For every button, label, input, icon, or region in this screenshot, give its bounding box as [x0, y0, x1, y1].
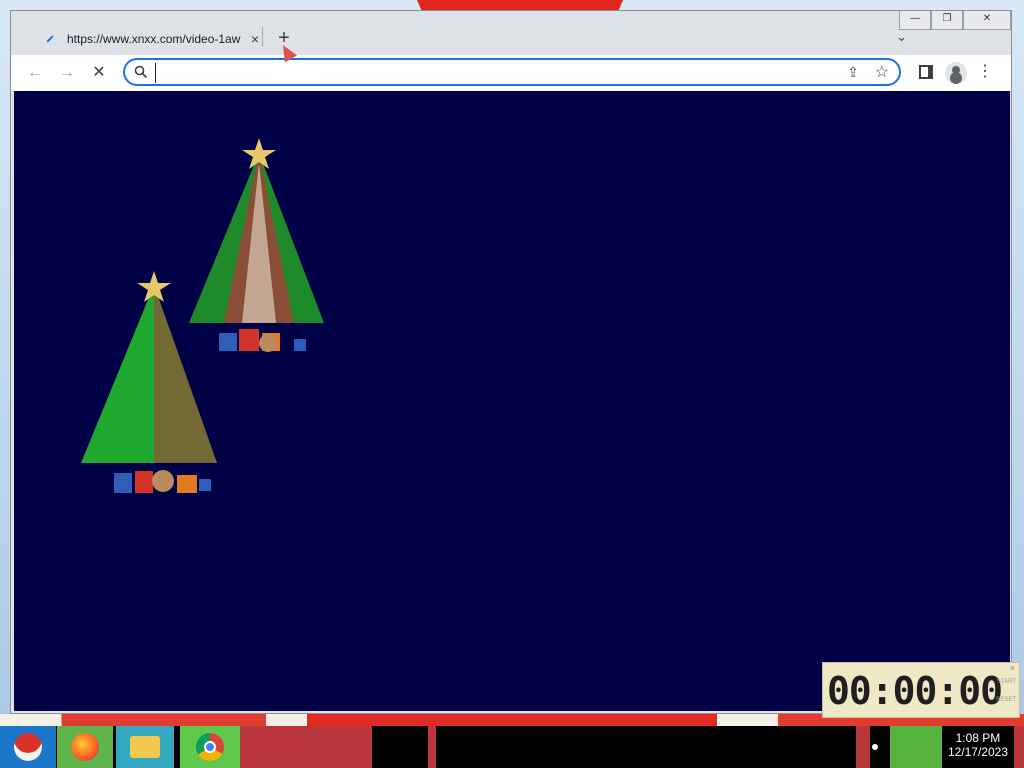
tray-network-volume-icon[interactable]: [890, 726, 942, 768]
stopwatch-widget: 00:00:00 START RESET ×: [822, 662, 1020, 718]
address-input[interactable]: [155, 63, 810, 83]
firefox-icon: [71, 733, 99, 761]
stop-loading-button[interactable]: ✕: [87, 61, 111, 85]
restore-button[interactable]: ❐: [931, 11, 963, 30]
profile-avatar-icon[interactable]: [945, 62, 967, 84]
window-controls: — ❐ ✕: [899, 11, 1011, 30]
tab-separator: [262, 27, 263, 47]
loading-spinner-icon: [45, 33, 57, 45]
taskbar-time: 1:08 PM: [955, 731, 1001, 745]
taskbar-date: 12/17/2023: [947, 745, 1008, 759]
address-bar[interactable]: ⇪ ☆: [123, 58, 901, 86]
browser-toolbar: ← → ✕ ⇪ ☆ ⋮: [11, 55, 1011, 92]
tab-strip: https://www.xnxx.com/video-1aw × + ⌄ — ❐…: [11, 11, 1011, 55]
minimize-button[interactable]: —: [899, 11, 931, 30]
tray-flag-icon[interactable]: [856, 726, 870, 768]
browser-window: https://www.xnxx.com/video-1aw × + ⌄ — ❐…: [10, 10, 1012, 714]
back-button[interactable]: ←: [23, 61, 47, 85]
close-window-button[interactable]: ✕: [963, 11, 1011, 30]
browser-menu-button[interactable]: ⋮: [977, 61, 993, 81]
stopwatch-display: 00:00:00: [827, 669, 1003, 713]
forward-button[interactable]: →: [55, 61, 79, 85]
page-content: [14, 91, 1010, 711]
file-explorer-icon: [130, 736, 160, 758]
tray-dot-icon: [872, 744, 878, 750]
tab-active[interactable]: https://www.xnxx.com/video-1aw ×: [25, 23, 263, 55]
tab-title: https://www.xnxx.com/video-1aw: [67, 32, 241, 46]
stopwatch-close-button[interactable]: ×: [1010, 663, 1015, 673]
christmas-tree-image: [81, 271, 217, 493]
tab-search-button[interactable]: ⌄: [896, 29, 907, 45]
start-button[interactable]: [0, 726, 56, 768]
stopwatch-reset-button[interactable]: RESET: [996, 697, 1016, 703]
stopwatch-start-button[interactable]: START: [997, 679, 1016, 685]
santa-start-icon: [14, 733, 42, 761]
taskbar-clock[interactable]: 1:08 PM 12/17/2023: [948, 731, 1008, 759]
share-icon[interactable]: ⇪: [847, 64, 859, 81]
side-panel-icon[interactable]: [919, 65, 933, 79]
taskbar: 1:08 PM 12/17/2023: [0, 726, 1024, 768]
taskbar-firefox[interactable]: [57, 726, 113, 768]
chrome-icon: [196, 733, 224, 761]
taskbar-window-group[interactable]: [240, 726, 372, 768]
search-icon: [134, 65, 148, 79]
taskbar-file-explorer[interactable]: [116, 726, 174, 768]
taskbar-chrome[interactable]: [180, 726, 240, 768]
taskbar-separator: [428, 726, 436, 768]
show-desktop-button[interactable]: [1014, 726, 1024, 768]
bookmark-star-icon[interactable]: ☆: [875, 62, 889, 82]
tab-close-button[interactable]: ×: [247, 31, 263, 47]
